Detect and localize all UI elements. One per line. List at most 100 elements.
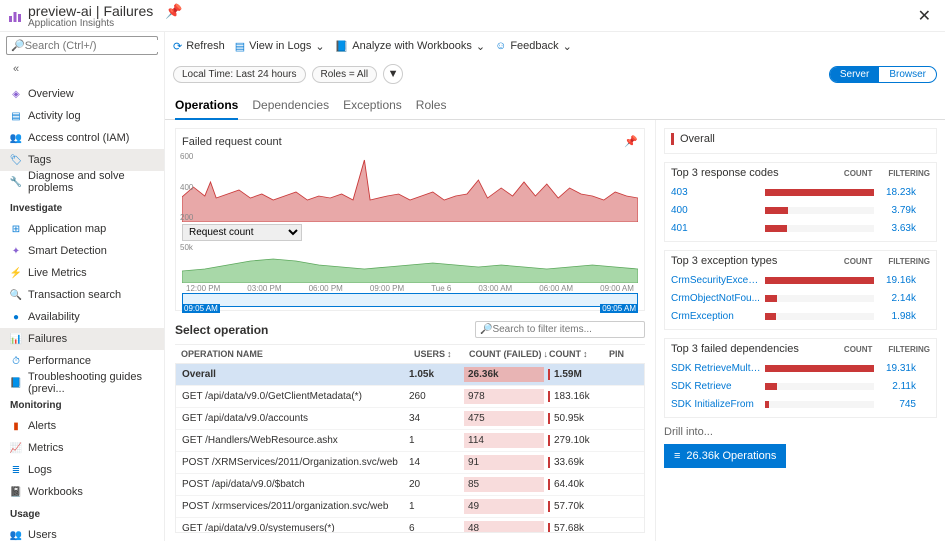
col-name[interactable]: OPERATION NAME [181,349,414,359]
nav-label: Application map [28,223,106,235]
card-row[interactable]: 401 3.63k [671,219,930,237]
row-count[interactable]: 19.31k [878,363,916,374]
drill-operations-button[interactable]: ≡ 26.36k Operations [664,444,786,468]
card-row[interactable]: 403 18.23k [671,183,930,201]
tab-dependencies[interactable]: Dependencies [252,92,329,119]
row-count[interactable]: 18.23k [878,187,916,198]
nav-item-metrics[interactable]: 📈Metrics [0,437,164,459]
row-count[interactable]: 3.79k [878,205,916,216]
card-row[interactable]: CrmObjectNotFou... 2.14k [671,289,930,307]
operation-filter[interactable]: 🔎 [475,321,645,338]
op-failed: 114 [464,433,544,448]
nav-item-access-control-iam-[interactable]: 👥Access control (IAM) [0,127,164,149]
analyze-button[interactable]: 📘Analyze with Workbooks ⌄ [335,40,486,53]
card-row[interactable]: SDK RetrieveMulti... 19.31k [671,359,930,377]
nav-item-performance[interactable]: ⏱Performance [0,350,164,372]
refresh-button[interactable]: ⟳Refresh [173,40,225,53]
add-filter-button[interactable]: ▼ [383,64,403,84]
nav-icon: 👥 [10,529,22,541]
nav-label: Overview [28,88,74,100]
list-icon: ≡ [674,450,680,462]
op-name: POST /XRMServices/2011/Organization.svc/… [182,457,409,468]
card-row[interactable]: 400 3.79k [671,201,930,219]
row-label[interactable]: CrmException [671,311,761,322]
nav-item-transaction-search[interactable]: 🔍Transaction search [0,284,164,306]
op-name: GET /api/data/v9.0/systemusers(*) [182,523,409,533]
table-row[interactable]: POST /XRMServices/2011/Organization.svc/… [176,452,644,474]
workbook-icon: 📘 [335,40,349,53]
nav-item-availability[interactable]: ●Availability [0,306,164,328]
row-bar [765,313,874,320]
nav-item-users[interactable]: 👥 Users [0,524,164,541]
row-count[interactable]: 2.11k [878,381,916,392]
nav-item-live-metrics[interactable]: ⚡Live Metrics [0,262,164,284]
nav-icon: 📊 [10,333,22,345]
roles-filter-pill[interactable]: Roles = All [312,66,378,83]
timeline-scrubber[interactable]: 09:05 AM 09:05 AM [182,293,638,313]
chart-title: Failed request count [182,136,282,148]
tab-roles[interactable]: Roles [416,92,447,119]
nav-item-activity-log[interactable]: ▤Activity log [0,105,164,127]
table-row[interactable]: POST /xrmservices/2011/organization.svc/… [176,496,644,518]
nav-item-smart-detection[interactable]: ✦Smart Detection [0,240,164,262]
nav-label: Live Metrics [28,267,87,279]
nav-item-overview[interactable]: ◈Overview [0,83,164,105]
row-label[interactable]: 401 [671,223,761,234]
time-filter-pill[interactable]: Local Time: Last 24 hours [173,66,306,83]
table-row[interactable]: POST /api/data/v9.0/$batch208564.40k [176,474,644,496]
nav-item-tags[interactable]: 🏷Tags [0,149,164,171]
feedback-button[interactable]: ☺Feedback ⌄ [495,40,572,53]
nav-item-diagnose-and-solve-problems[interactable]: 🔧Diagnose and solve problems [0,171,164,193]
op-count: 50.95k [548,413,608,424]
card-row[interactable]: SDK Retrieve 2.11k [671,377,930,395]
view-logs-button[interactable]: ▤View in Logs ⌄ [235,40,325,53]
row-label[interactable]: SDK Retrieve [671,381,761,392]
close-icon[interactable]: ✕ [912,4,937,28]
row-label[interactable]: CrmObjectNotFou... [671,293,761,304]
col-users[interactable]: USERS ↕ [414,349,469,359]
nav-item-failures[interactable]: 📊Failures [0,328,164,350]
row-bar [765,295,874,302]
toggle-browser[interactable]: Browser [879,67,936,82]
nav-item-troubleshooting-guides-previ-[interactable]: 📘Troubleshooting guides (previ... [0,372,164,394]
toolbar: ⟳Refresh ▤View in Logs ⌄ 📘Analyze with W… [165,32,945,60]
table-row[interactable]: GET /api/data/v9.0/systemusers(*)64857.6… [176,518,644,533]
tab-exceptions[interactable]: Exceptions [343,92,402,119]
row-count[interactable]: 745 [878,399,916,410]
table-row[interactable]: GET /api/data/v9.0/accounts3447550.95k [176,408,644,430]
server-browser-toggle[interactable]: Server Browser [829,66,937,83]
row-label[interactable]: 400 [671,205,761,216]
nav-item-application-map[interactable]: ⊞Application map [0,218,164,240]
chart-metric-select[interactable]: Request count [182,224,638,241]
table-row[interactable]: GET /Handlers/WebResource.ashx1114279.10… [176,430,644,452]
sidebar-search[interactable]: 🔎 [6,36,158,55]
row-count[interactable]: 3.63k [878,223,916,234]
row-count[interactable]: 19.16k [878,275,916,286]
table-row[interactable]: Overall1.05k26.36k1.59M [176,364,644,386]
nav-item-workbooks[interactable]: 📓Workbooks [0,481,164,503]
row-label[interactable]: SDK InitializeFrom [671,399,761,410]
nav-item-alerts[interactable]: ▮Alerts [0,415,164,437]
card-row[interactable]: CrmException 1.98k [671,307,930,325]
select-operation-header: Select operation 🔎 [175,321,645,338]
search-input[interactable] [25,40,165,52]
card-row[interactable]: CrmSecurityExcept... 19.16k [671,271,930,289]
row-label[interactable]: SDK RetrieveMulti... [671,363,761,374]
row-count[interactable]: 1.98k [878,311,916,322]
nav-item-logs[interactable]: ≣Logs [0,459,164,481]
pin-chart-icon[interactable]: 📌 [624,135,638,148]
table-row[interactable]: GET /api/data/v9.0/GetClientMetadata(*)2… [176,386,644,408]
tab-operations[interactable]: Operations [175,92,238,120]
card-row[interactable]: SDK InitializeFrom 745 [671,395,930,413]
nav-label: Users [28,529,57,541]
row-label[interactable]: 403 [671,187,761,198]
pin-icon[interactable]: 📌 [165,3,182,20]
row-label[interactable]: CrmSecurityExcept... [671,275,761,286]
separator: | [96,3,100,19]
collapse-sidebar-icon[interactable]: « [6,63,26,75]
col-count[interactable]: COUNT ↕ [549,349,609,359]
toggle-server[interactable]: Server [830,67,879,82]
col-failed[interactable]: COUNT (FAILED) ↓ [469,349,549,359]
filter-row: Local Time: Last 24 hours Roles = All ▼ … [165,60,945,88]
row-count[interactable]: 2.14k [878,293,916,304]
